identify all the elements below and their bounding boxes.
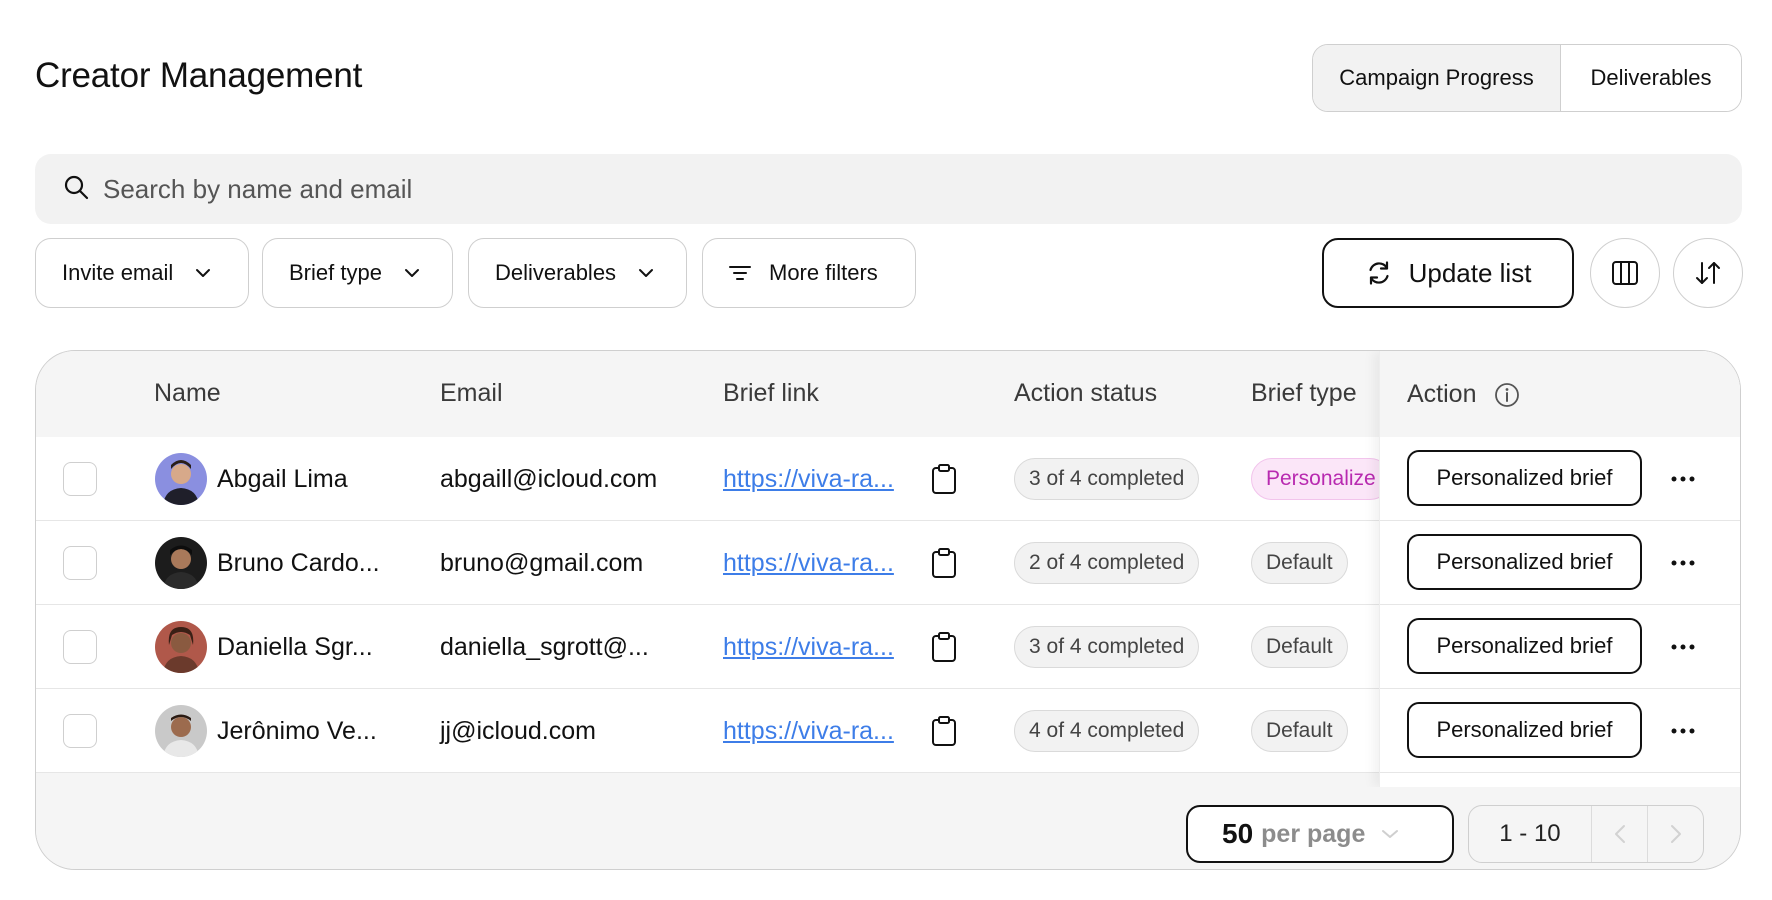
per-page-select[interactable]: 50 per page	[1186, 805, 1454, 863]
sort-button[interactable]	[1673, 238, 1743, 308]
view-toggle: Campaign Progress Deliverables	[1312, 44, 1742, 112]
creator-email: daniella_sgrott@...	[440, 632, 649, 661]
next-page-button[interactable]	[1647, 806, 1703, 862]
creator-name: Bruno Cardo...	[217, 548, 380, 577]
column-header-action-status[interactable]: Action status	[1014, 379, 1157, 408]
avatar	[155, 621, 207, 673]
more-dots-icon	[1671, 728, 1695, 734]
chevron-right-icon	[1670, 825, 1681, 843]
column-header-email[interactable]: Email	[440, 379, 503, 408]
brief-link[interactable]: https://viva-ra...	[723, 633, 894, 662]
page-range: 1 - 10	[1469, 806, 1592, 862]
column-header-brief-link[interactable]: Brief link	[723, 379, 819, 408]
brief-type-filter[interactable]: Brief type	[262, 238, 453, 308]
search-bar	[35, 154, 1742, 224]
chevron-left-icon	[1614, 825, 1625, 843]
previous-page-button[interactable]	[1592, 806, 1648, 862]
deliverables-filter[interactable]: Deliverables	[468, 238, 687, 308]
personalized-brief-button[interactable]: Personalized brief	[1407, 702, 1642, 758]
column-header-name[interactable]: Name	[154, 379, 221, 408]
action-status-badge: 4 of 4 completed	[1014, 710, 1200, 752]
pagination: 1 - 10	[1468, 805, 1704, 863]
row-more-button[interactable]	[1663, 715, 1703, 747]
more-dots-icon	[1671, 560, 1695, 566]
brief-type-badge: Default	[1251, 542, 1348, 584]
deliverables-filter-label: Deliverables	[495, 260, 617, 285]
row-checkbox[interactable]	[63, 462, 97, 496]
column-header-brief-type[interactable]: Brief type	[1251, 379, 1357, 408]
brief-link[interactable]: https://viva-ra...	[723, 549, 894, 578]
action-column: Action Personalized brief Personalized b…	[1379, 351, 1740, 787]
more-dots-icon	[1671, 644, 1695, 650]
row-checkbox[interactable]	[63, 630, 97, 664]
chevron-down-icon	[1382, 830, 1399, 838]
avatar	[155, 453, 207, 505]
action-cell: Personalized brief	[1380, 437, 1740, 521]
table-footer: 50 per page 1 - 10	[36, 787, 1740, 869]
tab-campaign-progress[interactable]: Campaign Progress	[1313, 45, 1561, 111]
row-more-button[interactable]	[1663, 631, 1703, 663]
action-cell: Personalized brief	[1380, 605, 1740, 689]
creator-name: Abgail Lima	[217, 464, 348, 493]
brief-link[interactable]: https://viva-ra...	[723, 465, 894, 494]
action-status-badge: 2 of 4 completed	[1014, 542, 1200, 584]
invite-email-filter-label: Invite email	[62, 260, 174, 285]
action-status-badge: 3 of 4 completed	[1014, 626, 1200, 668]
personalized-brief-button[interactable]: Personalized brief	[1407, 534, 1642, 590]
page-title: Creator Management	[35, 56, 363, 95]
filter-lines-icon	[729, 266, 751, 280]
per-page-label: per page	[1261, 819, 1366, 848]
more-dots-icon	[1671, 476, 1695, 482]
creators-table: Name Email Brief link Action status Brie…	[35, 350, 1741, 870]
creator-email: abgaill@icloud.com	[440, 464, 658, 493]
brief-type-badge: Personalize	[1251, 458, 1391, 500]
tab-deliverables[interactable]: Deliverables	[1561, 45, 1741, 111]
more-filters-button[interactable]: More filters	[702, 238, 916, 308]
action-cell: Personalized brief	[1380, 521, 1740, 605]
clipboard-icon[interactable]	[931, 715, 957, 747]
clipboard-icon[interactable]	[931, 547, 957, 579]
row-more-button[interactable]	[1663, 547, 1703, 579]
personalized-brief-button[interactable]: Personalized brief	[1407, 618, 1642, 674]
personalized-brief-button[interactable]: Personalized brief	[1407, 450, 1642, 506]
per-page-value: 50	[1222, 818, 1254, 849]
brief-type-badge: Default	[1251, 710, 1348, 752]
column-header-action: Action	[1407, 380, 1477, 408]
row-checkbox[interactable]	[63, 714, 97, 748]
creator-name: Daniella Sgr...	[217, 632, 373, 661]
update-list-label: Update list	[1408, 257, 1532, 288]
chevron-down-icon	[196, 269, 211, 277]
brief-type-badge: Default	[1251, 626, 1348, 668]
info-icon[interactable]	[1494, 382, 1520, 408]
brief-type-filter-label: Brief type	[289, 260, 382, 285]
action-cell: Personalized brief	[1380, 689, 1740, 773]
action-column-header: Action	[1380, 351, 1740, 437]
sort-arrows-icon	[1696, 262, 1720, 284]
chevron-down-icon	[639, 269, 654, 277]
search-icon	[63, 174, 89, 205]
clipboard-icon[interactable]	[931, 463, 957, 495]
update-list-button[interactable]: Update list	[1322, 238, 1574, 308]
search-input[interactable]	[103, 173, 1503, 205]
avatar	[155, 705, 207, 757]
row-more-button[interactable]	[1663, 463, 1703, 495]
brief-link[interactable]: https://viva-ra...	[723, 717, 894, 746]
columns-icon	[1612, 261, 1638, 285]
invite-email-filter[interactable]: Invite email	[35, 238, 249, 308]
chevron-down-icon	[404, 269, 419, 277]
refresh-icon	[1368, 261, 1389, 285]
clipboard-icon[interactable]	[931, 631, 957, 663]
avatar	[155, 537, 207, 589]
action-status-badge: 3 of 4 completed	[1014, 458, 1200, 500]
row-checkbox[interactable]	[63, 546, 97, 580]
creator-email: bruno@gmail.com	[440, 548, 644, 577]
columns-button[interactable]	[1590, 238, 1660, 308]
creator-email: jj@icloud.com	[440, 716, 596, 745]
creator-name: Jerônimo Ve...	[217, 716, 377, 745]
more-filters-label: More filters	[769, 260, 878, 285]
